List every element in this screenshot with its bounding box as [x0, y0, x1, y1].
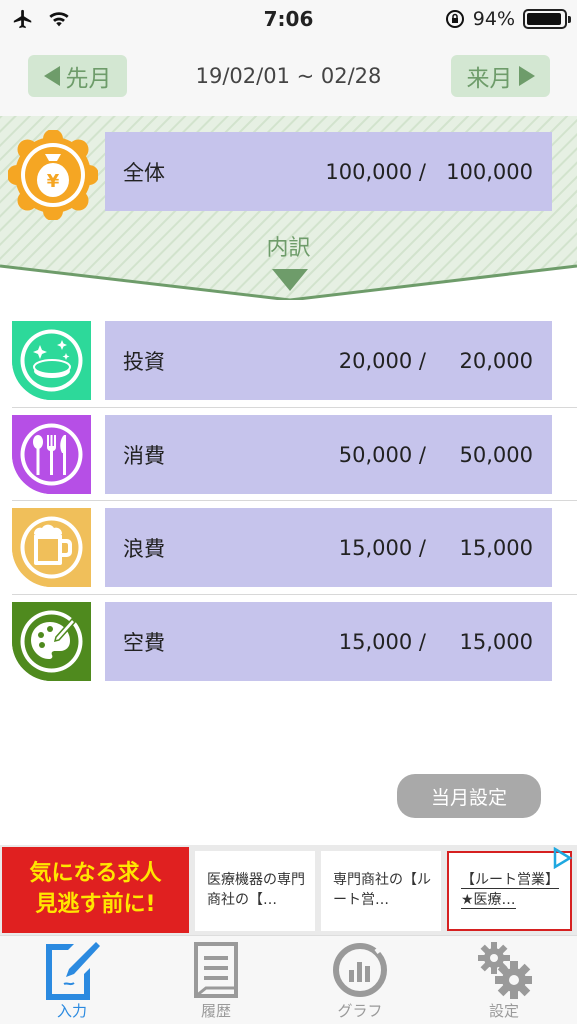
category-row-consumption[interactable]: 消費 50,000 / 50,000	[105, 415, 552, 494]
beer-icon	[12, 508, 91, 587]
rotation-lock-icon	[445, 10, 464, 28]
summary-name: 全体	[123, 160, 165, 185]
next-month-label: 来月	[466, 66, 513, 92]
header: 先月 19/02/01 ~ 02/28 来月	[0, 40, 577, 116]
period-range: 19/02/01 ~ 02/28	[195, 64, 382, 88]
triangle-left-icon	[43, 66, 60, 86]
month-setting-button[interactable]: 当月設定	[397, 774, 541, 818]
category-used: 15,000 /	[338, 535, 426, 560]
row-divider	[12, 407, 577, 408]
prev-month-label: 先月	[65, 66, 112, 92]
ad-main-banner[interactable]: 気になる求人 見逃す前に!	[2, 847, 189, 933]
tab-bar: 入力 履歴 グラフ 設定	[0, 935, 577, 1024]
category-name: 浪費	[123, 536, 165, 561]
category-used: 15,000 /	[338, 629, 426, 654]
category-used: 20,000 /	[338, 348, 426, 373]
tab-settings[interactable]: 設定	[432, 936, 576, 1024]
ad-item[interactable]: 医療機器の専門商社の【…	[195, 851, 315, 931]
ad-banner-area: 気になる求人 見逃す前に! 医療機器の専門商社の【… 専門商社の【ルート営… 【…	[0, 845, 577, 935]
battery-fill	[527, 13, 561, 25]
tab-label: 履歴	[200, 1002, 231, 1020]
battery-icon	[523, 9, 571, 29]
history-document-icon	[194, 942, 238, 998]
prev-month-button[interactable]: 先月	[28, 55, 127, 97]
status-right: 94%	[445, 8, 571, 30]
tab-input[interactable]: 入力	[0, 936, 144, 1024]
category-row-waste[interactable]: 浪費 15,000 / 15,000	[105, 508, 552, 587]
category-used: 50,000 /	[338, 442, 426, 467]
category-row-idle[interactable]: 空費 15,000 / 15,000	[105, 602, 552, 681]
row-divider	[12, 594, 577, 595]
category-name: 消費	[123, 443, 165, 468]
svg-text:¥: ¥	[47, 171, 60, 192]
battery-percent: 94%	[472, 8, 515, 30]
summary-budget: 100,000	[446, 159, 533, 184]
category-row-investment[interactable]: 投資 20,000 / 20,000	[105, 321, 552, 400]
ad-banner-line1: 気になる求人	[29, 861, 162, 886]
graph-chart-icon	[333, 943, 387, 997]
category-budget: 15,000	[459, 629, 533, 654]
tab-graph[interactable]: グラフ	[288, 936, 432, 1024]
input-pen-icon	[46, 942, 100, 1000]
category-budget: 20,000	[459, 348, 533, 373]
tab-label: グラフ	[337, 1002, 383, 1020]
money-bag-icon: ¥	[8, 130, 98, 220]
category-budget: 15,000	[459, 535, 533, 560]
category-name: 空費	[123, 630, 165, 655]
ad-choices-icon[interactable]	[551, 847, 573, 869]
triangle-right-icon	[518, 66, 535, 86]
summary-used: 100,000 /	[325, 159, 426, 184]
ad-item-text: 【ルート営業】★医療…	[461, 872, 559, 909]
status-bar: 7:06 94%	[0, 0, 577, 40]
summary-section: ¥ 全体 100,000 / 100,000 内訳	[0, 116, 577, 300]
category-name: 投資	[123, 349, 165, 374]
settings-gear-icon	[478, 942, 532, 999]
row-divider	[12, 500, 577, 501]
palette-icon	[12, 602, 91, 681]
breakdown-label: 内訳	[266, 236, 311, 261]
category-budget: 50,000	[459, 442, 533, 467]
ad-banner-line2: 見逃す前に!	[35, 892, 156, 917]
next-month-button[interactable]: 来月	[451, 55, 550, 97]
tab-label: 設定	[488, 1002, 519, 1020]
tab-history[interactable]: 履歴	[144, 936, 288, 1024]
coins-icon	[12, 321, 91, 400]
ad-item[interactable]: 専門商社の【ルート営…	[321, 851, 441, 931]
summary-total-row[interactable]: 全体 100,000 / 100,000	[105, 132, 552, 211]
cutlery-icon	[12, 415, 91, 494]
tab-label: 入力	[56, 1002, 87, 1020]
